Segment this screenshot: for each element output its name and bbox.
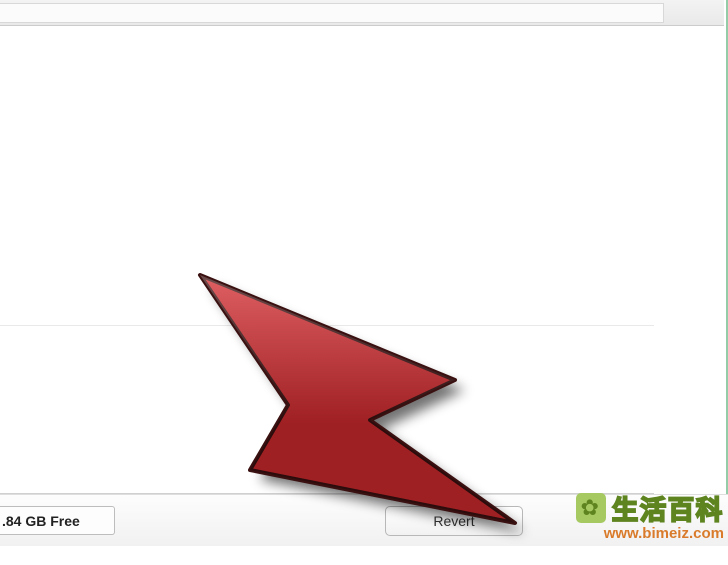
- watermark-title: 生活百科: [612, 495, 724, 525]
- free-space-text: .84 GB Free: [2, 513, 80, 529]
- breadcrumb-field[interactable]: [0, 3, 664, 23]
- top-toolbar: [0, 0, 724, 26]
- free-space-indicator: .84 GB Free: [0, 506, 115, 535]
- cursor-arrow-icon: [170, 255, 570, 555]
- watermark-logo-icon: [576, 493, 606, 523]
- watermark: 生活百科 www.bimeiz.com: [576, 493, 724, 542]
- watermark-url: www.bimeiz.com: [576, 525, 724, 542]
